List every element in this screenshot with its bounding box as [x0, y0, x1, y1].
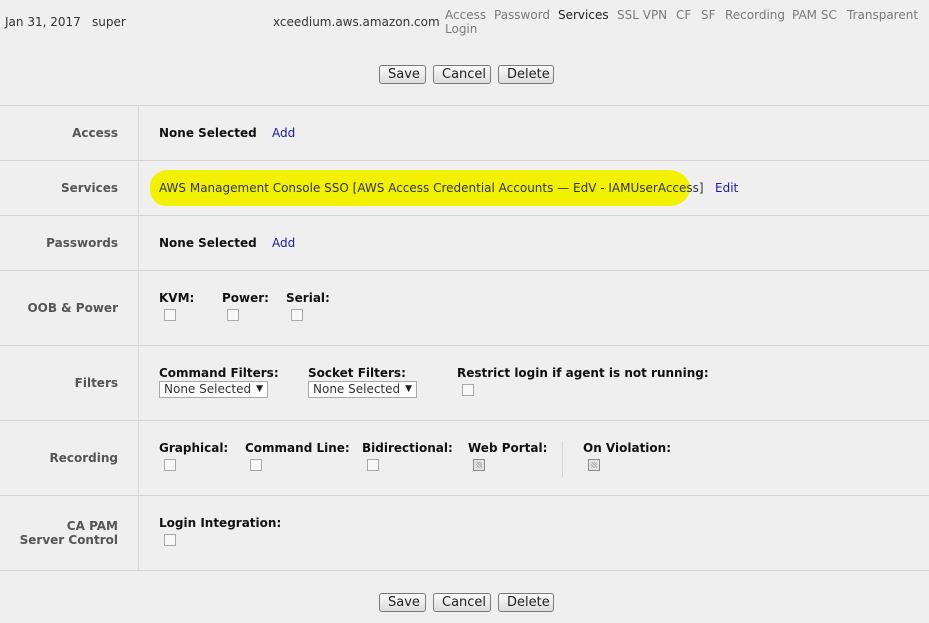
nav-recording[interactable]: Recording: [725, 8, 785, 22]
nav-password[interactable]: Password: [494, 8, 550, 22]
user-label: super: [92, 15, 126, 29]
restrict-login-checkbox[interactable]: [462, 384, 474, 396]
command-line-label: Command Line:: [245, 441, 350, 455]
chevron-down-icon: ▼: [405, 384, 412, 394]
filters-row-label: Filters: [74, 376, 118, 390]
passwords-row-label: Passwords: [46, 236, 118, 250]
cancel-button-top[interactable]: Cancel: [433, 65, 491, 84]
web-portal-label: Web Portal:: [468, 441, 548, 455]
serial-checkbox[interactable]: [291, 309, 303, 321]
delete-button-top[interactable]: Delete: [498, 65, 554, 84]
graphical-checkbox[interactable]: [164, 459, 176, 471]
access-value: None Selected: [159, 126, 257, 140]
divider: [0, 270, 929, 271]
socket-filters-select[interactable]: None Selected ▼: [308, 381, 417, 398]
on-violation-checkbox[interactable]: [588, 459, 600, 471]
divider: [0, 160, 929, 161]
serial-label: Serial:: [286, 291, 330, 305]
divider: [0, 420, 929, 421]
nav-services[interactable]: Services: [558, 8, 609, 22]
command-filters-select[interactable]: None Selected ▼: [159, 381, 268, 398]
divider: [0, 570, 929, 571]
command-filters-label: Command Filters:: [159, 366, 279, 380]
nav-transparent[interactable]: Transparent: [847, 8, 918, 22]
access-row-label: Access: [72, 126, 118, 140]
recording-separator: [562, 441, 563, 477]
services-edit-link[interactable]: Edit: [715, 181, 738, 195]
passwords-value: None Selected: [159, 236, 257, 250]
divider: [0, 345, 929, 346]
passwords-add-link[interactable]: Add: [272, 236, 295, 250]
divider: [0, 105, 929, 106]
capam-row-label-line2: Server Control: [19, 533, 118, 547]
socket-filters-label: Socket Filters:: [308, 366, 406, 380]
capam-row-label-line1: CA PAM: [66, 519, 118, 533]
column-divider: [138, 105, 139, 571]
chevron-down-icon: ▼: [256, 384, 263, 394]
recording-row-label: Recording: [49, 451, 119, 465]
bidirectional-label: Bidirectional:: [362, 441, 453, 455]
cancel-button-bottom[interactable]: Cancel: [433, 593, 491, 612]
nav-pam-sc[interactable]: PAM SC: [792, 8, 837, 22]
nav-login[interactable]: Login: [445, 22, 477, 36]
nav-sf[interactable]: SF: [701, 8, 716, 22]
command-filters-selected: None Selected: [164, 382, 252, 396]
graphical-label: Graphical:: [159, 441, 229, 455]
oob-row-label: OOB & Power: [27, 301, 118, 315]
kvm-checkbox[interactable]: [164, 309, 176, 321]
services-value: AWS Management Console SSO [AWS Access C…: [159, 181, 704, 195]
power-label: Power:: [222, 291, 269, 305]
web-portal-checkbox[interactable]: [473, 459, 485, 471]
bidirectional-checkbox[interactable]: [367, 459, 379, 471]
nav-cf[interactable]: CF: [676, 8, 691, 22]
save-button-bottom[interactable]: Save: [379, 593, 426, 612]
date-label: Jan 31, 2017: [5, 15, 81, 29]
host-label: xceedium.aws.amazon.com: [273, 15, 440, 29]
save-button-top[interactable]: Save: [379, 65, 426, 84]
power-checkbox[interactable]: [227, 309, 239, 321]
services-row-label: Services: [60, 181, 118, 195]
command-line-checkbox[interactable]: [250, 459, 262, 471]
divider: [0, 495, 929, 496]
kvm-label: KVM:: [159, 291, 195, 305]
on-violation-label: On Violation:: [583, 441, 672, 455]
access-add-link[interactable]: Add: [272, 126, 295, 140]
restrict-login-label: Restrict login if agent is not running:: [457, 366, 709, 380]
nav-ssl-vpn[interactable]: SSL VPN: [617, 8, 667, 22]
divider: [0, 215, 929, 216]
nav-access[interactable]: Access: [445, 8, 486, 22]
socket-filters-selected: None Selected: [313, 382, 401, 396]
login-integration-checkbox[interactable]: [164, 534, 176, 546]
login-integration-label: Login Integration:: [159, 516, 282, 530]
delete-button-bottom[interactable]: Delete: [498, 593, 554, 612]
